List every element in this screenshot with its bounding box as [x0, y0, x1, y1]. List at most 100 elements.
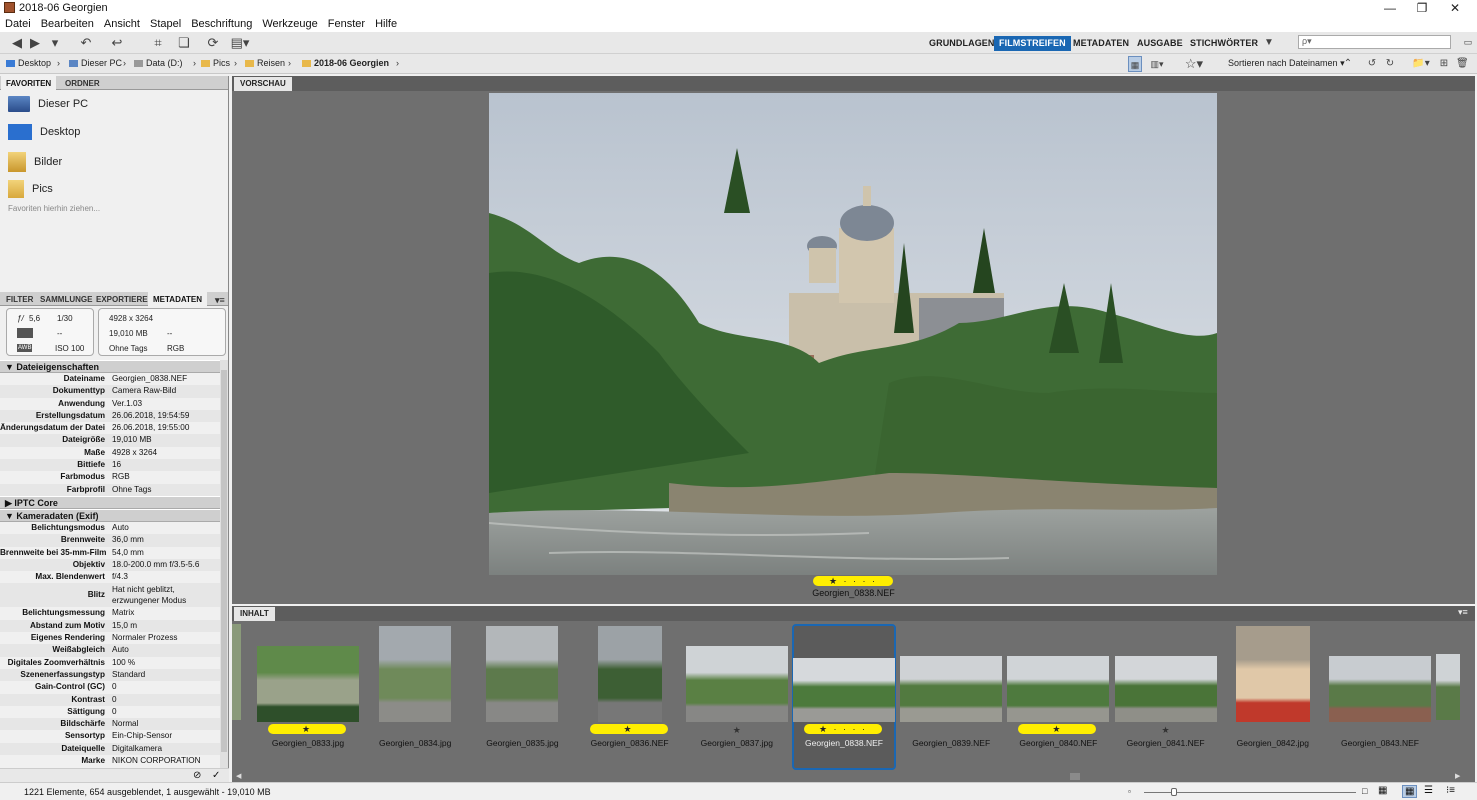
thumbnail-cell[interactable]: Georgien_0835.jpg [470, 624, 574, 770]
metadata-value[interactable]: 54,0 mm [112, 547, 144, 559]
metadata-value[interactable]: NIKON CORPORATION [112, 755, 201, 766]
rating-stars[interactable]: ★ [268, 724, 346, 734]
workspace-stichwoerter[interactable]: STICHWÖRTER [1185, 36, 1263, 51]
zoom-out-icon[interactable]: ▫ [1128, 787, 1131, 796]
search-input[interactable]: ρ▾ [1298, 35, 1451, 49]
thumbnail-cell[interactable]: ★ Georgien_0837.jpg [685, 624, 789, 770]
zoom-in-icon[interactable]: □ [1362, 786, 1367, 796]
thumbnail-image[interactable] [486, 626, 559, 722]
camera-import-icon[interactable]: ⌗ [150, 35, 166, 51]
metadata-value[interactable]: Normaler Prozess [112, 632, 178, 644]
rating-stars[interactable]: ★ [1114, 725, 1218, 736]
tab-favoriten[interactable]: FAVORITEN [1, 76, 57, 90]
metadata-value[interactable]: 0 [112, 681, 117, 693]
view-list-icon[interactable]: ⁝≡ [1446, 785, 1455, 796]
metadata-value[interactable]: Auto [112, 644, 129, 656]
camera-raw-icon[interactable]: ⟳ [206, 35, 220, 51]
output-icon[interactable]: ▤▾ [228, 35, 252, 51]
thumbnail-cell[interactable]: Georgien_0843.NEF [1328, 624, 1432, 770]
thumbnail-image[interactable] [1235, 626, 1310, 722]
rating-stars[interactable]: ★ [685, 725, 789, 736]
refine-icon[interactable]: ❏ [174, 35, 194, 51]
breadcrumb-dieser-pc[interactable]: Dieser PC [69, 58, 122, 68]
tab-ordner[interactable]: ORDNER [60, 76, 105, 90]
rotate-left-icon[interactable]: ↺ [1366, 56, 1378, 72]
section-iptc-core[interactable]: ▶ IPTC Core [0, 495, 220, 509]
close-button[interactable]: ✕ [1441, 0, 1469, 16]
section-dateieigenschaften[interactable]: ▼ Dateieigenschaften [0, 360, 220, 373]
favorite-desktop[interactable]: Desktop [8, 124, 80, 140]
thumbnail-cell[interactable]: ★ Georgien_0840.NEF [1006, 624, 1110, 770]
new-folder-icon[interactable]: ⊞ [1438, 56, 1450, 72]
metadata-value[interactable]: 26.06.2018, 19:55:00 [112, 422, 189, 434]
workspace-metadaten[interactable]: METADATEN [1068, 36, 1134, 51]
thumbnail-image[interactable] [257, 646, 359, 722]
apply-check-icon[interactable]: ✓ [212, 770, 220, 781]
thumbnail-image[interactable] [685, 646, 788, 722]
panel-menu-icon[interactable]: ▾≡ [210, 292, 230, 306]
star-filter-icon[interactable]: ☆▾ [1182, 56, 1206, 72]
breadcrumb-pics[interactable]: Pics [201, 58, 230, 68]
dropdown-chevron-icon[interactable]: ▾ [48, 35, 62, 51]
menu-fenster[interactable]: Fenster [323, 16, 370, 30]
slider-thumb[interactable] [1171, 788, 1177, 796]
thumbnail-image[interactable] [597, 626, 662, 722]
metadata-value[interactable]: 15,0 m [112, 620, 137, 632]
quality-view-icon[interactable]: ▥▾ [1146, 56, 1168, 72]
menu-hilfe[interactable]: Hilfe [370, 16, 402, 30]
metadata-value[interactable]: 0 [112, 694, 117, 706]
metadata-value[interactable]: Auto [112, 522, 129, 534]
metadata-scrollbar[interactable] [220, 360, 228, 768]
thumbnail-partial[interactable] [1436, 654, 1460, 720]
lock-grid-icon[interactable]: ▦ [1378, 785, 1387, 796]
menu-beschriftung[interactable]: Beschriftung [186, 16, 257, 30]
workspace-ausgabe[interactable]: AUSGABE [1132, 36, 1188, 51]
tab-exportieren[interactable]: EXPORTIERE [91, 292, 153, 306]
metadata-value[interactable]: RGB [112, 471, 130, 483]
view-details-icon[interactable]: ☰ [1424, 785, 1433, 796]
metadata-value[interactable]: Standard [112, 669, 145, 681]
thumbnail-image[interactable] [379, 626, 452, 722]
tab-vorschau[interactable]: VORSCHAU [234, 77, 292, 91]
metadata-value[interactable]: Normal [112, 718, 138, 730]
panel-menu-icon[interactable]: ▾≡ [1458, 607, 1468, 618]
breadcrumb-current-folder[interactable]: 2018-06 Georgien [302, 58, 389, 68]
metadata-value[interactable]: 16 [112, 459, 121, 471]
thumbnail-cell[interactable]: ★ · · · · Georgien_0838.NEF [792, 624, 896, 770]
breadcrumb-desktop[interactable]: Desktop [6, 58, 51, 68]
breadcrumb-reisen[interactable]: Reisen [245, 58, 285, 68]
scroll-left-arrow-icon[interactable]: ◀ [236, 772, 245, 781]
thumbnail-cell[interactable]: ★ Georgien_0836.NEF [578, 624, 682, 770]
metadata-value[interactable]: Matrix [112, 607, 134, 619]
minimize-button[interactable]: — [1376, 0, 1404, 16]
favorite-pics[interactable]: Pics [8, 180, 53, 198]
metadata-value[interactable]: Ein-Chip-Sensor [112, 730, 172, 742]
scroll-right-arrow-icon[interactable]: ▶ [1455, 772, 1464, 781]
thumbnail-cell[interactable]: ★ Georgien_0841.NEF [1114, 624, 1218, 770]
metadata-value[interactable]: 100 % [112, 657, 135, 669]
metadata-value[interactable]: 0 [112, 706, 117, 718]
recent-icon[interactable]: ↶ [76, 35, 96, 51]
metadata-value[interactable]: 18.0-200.0 mm f/3.5-5.6 [112, 559, 199, 571]
metadata-value[interactable]: Georgien_0838.NEF [112, 373, 187, 385]
thumbnail-image[interactable] [900, 656, 1003, 722]
rating-stars[interactable]: ★ · · · · [804, 724, 882, 734]
metadata-value[interactable]: 4928 x 3264 [112, 447, 157, 459]
workspace-menu-chevron-icon[interactable]: ▼ [1262, 35, 1276, 51]
trash-icon[interactable]: 🗑 [1456, 56, 1469, 72]
tab-inhalt[interactable]: INHALT [234, 607, 275, 621]
open-recent-folder-icon[interactable]: 📁▾ [1410, 56, 1432, 72]
menu-bearbeiten[interactable]: Bearbeiten [36, 16, 99, 30]
preview-image[interactable] [489, 93, 1217, 575]
grid-view-icon[interactable]: ▦ [1128, 56, 1142, 72]
metadata-value[interactable]: 19,010 MB [112, 434, 152, 446]
metadata-value[interactable]: Hat nicht geblitzt, erzwungener Modus [112, 584, 212, 606]
scrollbar-thumb[interactable] [1070, 773, 1080, 780]
metadata-value[interactable]: 26.06.2018, 19:54:59 [112, 410, 189, 422]
thumbnail-image[interactable] [793, 658, 895, 722]
tab-sammlungen[interactable]: SAMMLUNGE [35, 292, 97, 306]
menu-werkzeuge[interactable]: Werkzeuge [257, 16, 322, 30]
thumbnail-image[interactable] [1329, 656, 1431, 722]
forward-arrow-icon[interactable]: ▶ [28, 35, 42, 51]
thumbnail-image[interactable] [1007, 656, 1110, 722]
